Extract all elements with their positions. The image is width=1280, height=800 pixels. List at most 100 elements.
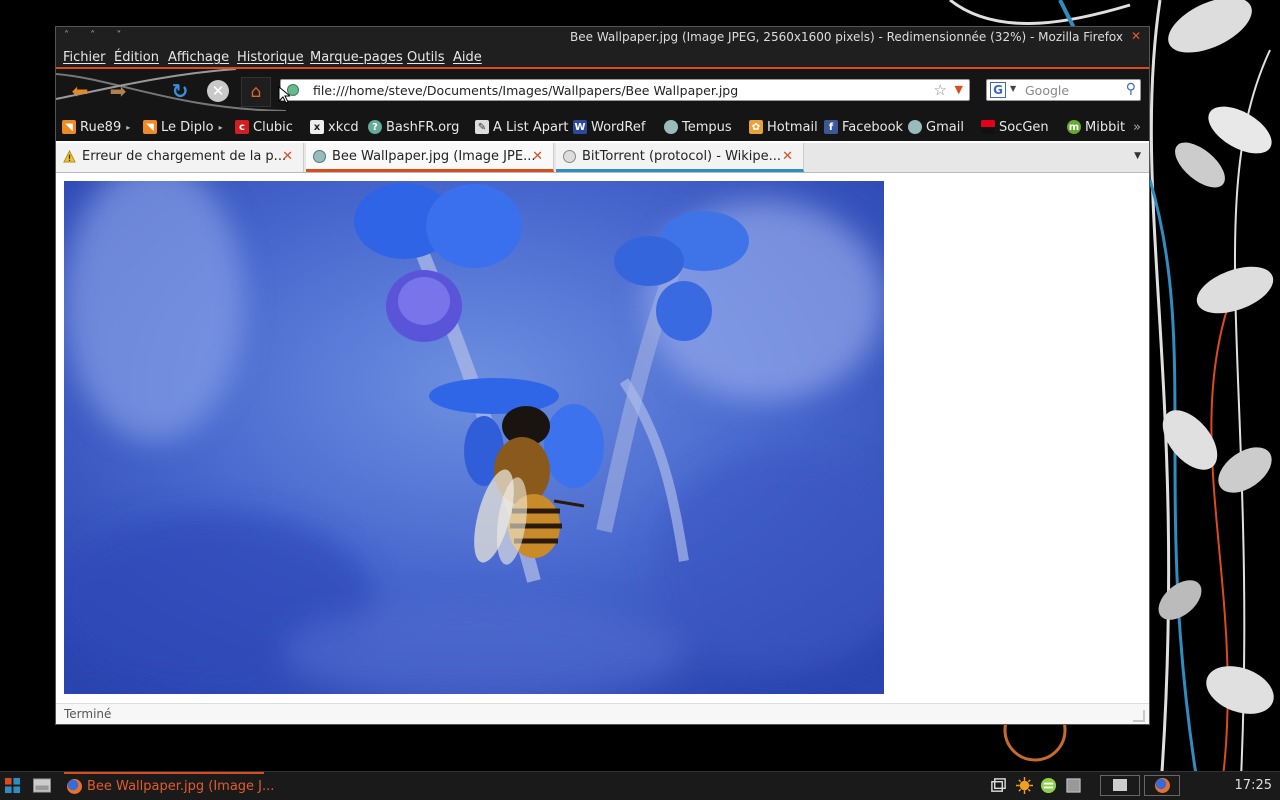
- bookmark-label: Facebook: [842, 119, 904, 135]
- mibbit-icon: m: [1067, 120, 1081, 134]
- reload-button[interactable]: ↻: [166, 77, 194, 105]
- firefox-window: ˄ ˄ ˅ Bee Wallpaper.jpg (Image JPEG, 256…: [55, 26, 1150, 725]
- window-title: Bee Wallpaper.jpg (Image JPEG, 2560x1600…: [570, 30, 1123, 44]
- alistapart-icon: ✎: [475, 120, 489, 134]
- warning-icon: [63, 150, 76, 163]
- tab-close-icon[interactable]: ✕: [782, 149, 793, 164]
- clubic-icon: c: [235, 120, 249, 134]
- taskbar-firefox-task[interactable]: Bee Wallpaper.jpg (Image J...: [64, 772, 274, 800]
- back-button[interactable]: ⬅: [66, 77, 94, 105]
- start-menu-icon[interactable]: [4, 777, 21, 794]
- chip-monitor-icon[interactable]: [1065, 777, 1082, 794]
- rss-icon: ◥: [62, 120, 76, 134]
- menu-fichier[interactable]: Fichier: [63, 50, 106, 65]
- bashfr-icon: ?: [368, 120, 382, 134]
- tab-label: Bee Wallpaper.jpg (Image JPE...: [332, 149, 536, 164]
- bookmark-rue89[interactable]: ◥ Rue89 ▸: [62, 119, 130, 135]
- url-dropdown-icon[interactable]: ▼: [955, 83, 963, 96]
- bookmark-label: Hotmail: [767, 119, 818, 135]
- url-bar[interactable]: file:///home/steve/Documents/Images/Wall…: [280, 79, 970, 101]
- windows-icon[interactable]: [990, 777, 1007, 794]
- bookmark-label: Gmail: [926, 119, 964, 135]
- tab-close-icon[interactable]: ✕: [532, 149, 543, 164]
- bookmark-label: Rue89: [80, 119, 122, 135]
- stop-icon: ✕: [207, 80, 229, 102]
- bookmark-hotmail[interactable]: ✿ Hotmail: [749, 119, 818, 135]
- chevron-icon: ▸: [126, 122, 131, 132]
- tab-error[interactable]: Erreur de chargement de la p... ✕: [56, 143, 304, 172]
- window-close-button[interactable]: ✕: [1131, 29, 1141, 43]
- stop-button[interactable]: ✕: [204, 77, 232, 105]
- forward-arrow-icon: ➡: [109, 79, 127, 103]
- page-favicon-icon: [313, 150, 326, 163]
- bookmark-tempus[interactable]: Tempus: [664, 119, 732, 135]
- google-engine-icon[interactable]: G: [990, 82, 1006, 98]
- menu-aide[interactable]: Aide: [453, 50, 482, 65]
- globe-icon: [664, 120, 678, 134]
- bookmark-gmail[interactable]: Gmail: [908, 119, 964, 135]
- home-icon: ⌂: [250, 82, 262, 102]
- show-desktop-icon[interactable]: [32, 777, 52, 794]
- firefox-icon: [67, 779, 82, 794]
- menu-affichage[interactable]: Affichage: [168, 50, 229, 65]
- bookmark-label: BashFR.org: [386, 119, 460, 135]
- bookmark-label: xkcd: [328, 119, 359, 135]
- bookmark-facebook[interactable]: f Facebook: [824, 119, 903, 135]
- bookmark-le-diplo[interactable]: ◥ Le Diplo ▸: [143, 119, 223, 135]
- bookmark-socgen[interactable]: SocGen: [981, 119, 1049, 135]
- bookmark-bashfr[interactable]: ? BashFR.org: [368, 119, 459, 135]
- bookmark-mibbit[interactable]: m Mibbit: [1067, 119, 1125, 135]
- bookmark-label: Le Diplo: [161, 119, 214, 135]
- tab-close-icon[interactable]: ✕: [282, 149, 293, 164]
- url-text[interactable]: file:///home/steve/Documents/Images/Wall…: [313, 83, 738, 98]
- bookmark-a-list-apart[interactable]: ✎ A List Apart: [475, 119, 568, 135]
- workspace-2[interactable]: [1144, 775, 1180, 796]
- bookmark-star-icon[interactable]: ☆: [934, 81, 947, 99]
- navigation-toolbar: ⬅ ➡ ↻ ✕ ⌂ file:///home/steve/Documents/I…: [56, 69, 1149, 111]
- forward-button[interactable]: ➡: [104, 77, 132, 105]
- bookmark-label: Tempus: [682, 119, 732, 135]
- task-label: Bee Wallpaper.jpg (Image J...: [87, 779, 275, 794]
- bookmark-label: WordRef: [591, 119, 646, 135]
- menu-outils[interactable]: Outils: [407, 50, 445, 65]
- tab-label: BitTorrent (protocol) - Wikipe...: [582, 149, 782, 164]
- sun-update-icon[interactable]: [1016, 777, 1033, 794]
- xkcd-icon: x: [310, 120, 324, 134]
- window-controls[interactable]: ˄ ˄ ˅: [64, 30, 130, 41]
- status-bar: Terminé: [56, 703, 1149, 724]
- network-icon[interactable]: [1040, 777, 1057, 794]
- search-magnifier-icon[interactable]: ⚲: [1126, 81, 1136, 97]
- tab-bar: Erreur de chargement de la p... ✕ Bee Wa…: [56, 143, 1149, 173]
- engine-dropdown-icon[interactable]: ▼: [1010, 84, 1016, 93]
- bee-wallpaper-image[interactable]: [64, 181, 884, 694]
- menu-marque-pages[interactable]: Marque-pages: [310, 50, 403, 65]
- wikipedia-favicon-icon: [563, 150, 576, 163]
- page-content: [56, 173, 1149, 703]
- search-box[interactable]: G ▼ Google ⚲: [986, 79, 1141, 101]
- bookmark-label: Mibbit: [1085, 119, 1126, 135]
- rss-icon: ◥: [143, 120, 157, 134]
- search-placeholder[interactable]: Google: [1025, 83, 1069, 98]
- resize-grip-icon[interactable]: [1133, 710, 1145, 722]
- menu-edition[interactable]: Édition: [114, 50, 159, 65]
- menu-historique[interactable]: Historique: [237, 50, 304, 65]
- mouse-cursor-icon: [278, 86, 290, 104]
- firefox-icon: [1155, 778, 1170, 793]
- bookmark-clubic[interactable]: c Clubic: [235, 119, 293, 135]
- reload-icon: ↻: [171, 79, 189, 103]
- bookmark-xkcd[interactable]: x xkcd: [310, 119, 359, 135]
- tab-bittorrent[interactable]: BitTorrent (protocol) - Wikipe... ✕: [556, 143, 804, 172]
- globe-icon: [908, 120, 922, 134]
- home-button[interactable]: ⌂: [241, 77, 271, 107]
- wordref-icon: W: [573, 120, 587, 134]
- tab-bee-wallpaper[interactable]: Bee Wallpaper.jpg (Image JPE... ✕: [306, 143, 554, 172]
- clock[interactable]: 17:25: [1235, 778, 1272, 793]
- tab-list-dropdown-icon[interactable]: ▼: [1134, 151, 1141, 161]
- title-bar: ˄ ˄ ˅ Bee Wallpaper.jpg (Image JPEG, 256…: [56, 27, 1149, 48]
- taskbar: Bee Wallpaper.jpg (Image J... 17:25: [0, 771, 1280, 800]
- workspace-1[interactable]: [1100, 775, 1140, 796]
- bookmark-label: SocGen: [999, 119, 1049, 135]
- bookmark-wordref[interactable]: W WordRef: [573, 119, 645, 135]
- bookmarks-overflow-icon[interactable]: »: [1133, 119, 1141, 135]
- bookmark-label: Clubic: [253, 119, 293, 135]
